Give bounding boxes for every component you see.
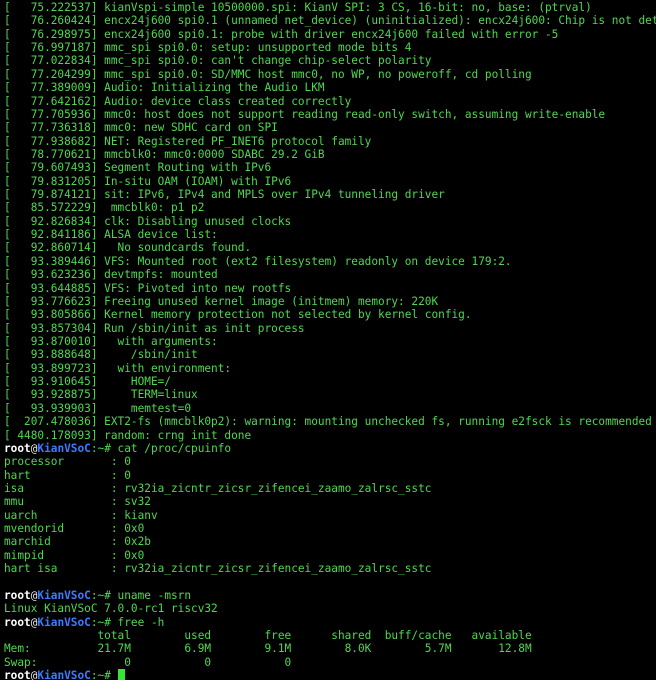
- output-line: hart isa : rv32ia_zicntr_zicsr_zifencei_…: [4, 562, 432, 576]
- output-line: [ 77.705936] mmc0: host does not support…: [4, 107, 606, 121]
- output-line: [ 93.805866] Kernel memory protection no…: [4, 308, 472, 322]
- prompt-user: root: [4, 588, 31, 602]
- output-line: [ 93.623236] devtmpfs: mounted: [4, 268, 218, 282]
- output-line: [ 93.857304] Run /sbin/init as init proc…: [4, 321, 305, 335]
- output-line: mmu : sv32: [4, 495, 151, 509]
- prompt-line: root@KianVSoC:~# uname -msrn: [4, 589, 656, 602]
- output-line: [ 4480.178093] random: crng init done: [4, 428, 252, 442]
- output-line: isa : rv32ia_zicntr_zicsr_zifencei_zaamo…: [4, 481, 432, 495]
- output-line: hart : 0: [4, 468, 131, 482]
- prompt-command: :~# uname -msrn: [90, 588, 192, 602]
- output-line: [ 76.260424] encx24j600 spi0.1 (unnamed …: [4, 14, 656, 28]
- output-line: [ 92.826834] clk: Disabling unused clock…: [4, 214, 292, 228]
- output-line: uarch : kianv: [4, 508, 158, 522]
- output-line: [ 77.389009] Audio: Initializing the Aud…: [4, 81, 325, 95]
- prompt-command: :~# free -h: [90, 615, 165, 629]
- output-line: [ 93.888648] /sbin/init: [4, 348, 198, 362]
- output-line: [ 207.478036] EXT2-fs (mmcblk0p2): warni…: [4, 415, 652, 429]
- output-line: marchid : 0x2b: [4, 535, 151, 549]
- prompt-user: root: [4, 668, 31, 680]
- output-line: [ 93.899723] with environment:: [4, 361, 232, 375]
- output-line: [ 77.204299] mmc_spi spi0.0: SD/MMC host…: [4, 67, 532, 81]
- prompt-host: KianVSoC: [37, 441, 91, 455]
- prompt-line: root@KianVSoC:~# cat /proc/cpuinfo: [4, 442, 656, 455]
- output-line: [ 77.022834] mmc_spi spi0.0: can't chang…: [4, 54, 432, 68]
- output-line: [ 93.644885] VFS: Pivoted into new rootf…: [4, 281, 292, 295]
- output-line: [ 92.841186] ALSA device list:: [4, 228, 218, 242]
- prompt-line: root@KianVSoC:~#: [4, 668, 656, 680]
- terminal-cursor[interactable]: [117, 668, 125, 680]
- output-line: mimpid : 0x0: [4, 548, 145, 562]
- prompt-user: root: [4, 441, 31, 455]
- output-line: [ 77.642162] Audio: device class created…: [4, 94, 352, 108]
- output-line: [ 78.770621] mmcblk0: mmc0:0000 SDABC 29…: [4, 147, 325, 161]
- prompt-line: root@KianVSoC:~# free -h: [4, 616, 656, 629]
- output-line: [ 93.776623] Freeing unused kernel image…: [4, 294, 439, 308]
- prompt-command: :~# cat /proc/cpuinfo: [90, 441, 232, 455]
- output-line: [ 79.607493] Segment Routing with IPv6: [4, 161, 272, 175]
- terminal-window[interactable]: [ 75.222537] kianVspi-simple 10500000.sp…: [0, 0, 656, 680]
- output-line: [ 77.736318] mmc0: new SDHC card on SPI: [4, 121, 278, 135]
- output-line: [ 93.928875] TERM=linux: [4, 388, 198, 402]
- output-line: Mem: 21.7M 6.9M 9.1M 8.0K 5.7M 12.8M: [4, 642, 532, 656]
- prompt-host: KianVSoC: [37, 588, 91, 602]
- output-line: Linux KianVSoC 7.0.0-rc1 riscv32: [4, 602, 218, 616]
- output-line: Swap: 0 0 0: [4, 655, 292, 669]
- output-line: total used free shared buff/cache availa…: [4, 628, 532, 642]
- output-line: [ 92.860714] No soundcards found.: [4, 241, 252, 255]
- prompt-user: root: [4, 615, 31, 629]
- output-line: [ 76.298975] encx24j600 spi0.1: probe wi…: [4, 27, 559, 41]
- output-line: processor : 0: [4, 455, 131, 469]
- output-line: [ 93.939903] memtest=0: [4, 401, 192, 415]
- output-line: [ 93.389446] VFS: Mounted root (ext2 fil…: [4, 254, 512, 268]
- output-line: [ 75.222537] kianVspi-simple 10500000.sp…: [4, 1, 592, 14]
- prompt-host: KianVSoC: [37, 615, 91, 629]
- output-line: [ 93.910645] HOME=/: [4, 375, 171, 389]
- prompt-host: KianVSoC: [37, 668, 91, 680]
- output-line: [ 76.997187] mmc_spi spi0.0: setup: unsu…: [4, 41, 412, 55]
- output-line: [ 79.831205] In-situ OAM (IOAM) with IPv…: [4, 174, 292, 188]
- output-line: mvendorid : 0x0: [4, 522, 145, 536]
- prompt-command: :~#: [90, 668, 118, 680]
- output-line: [ 79.874121] sit: IPv6, IPv4 and MPLS ov…: [4, 188, 445, 202]
- output-line: [ 93.870010] with arguments:: [4, 334, 218, 348]
- output-line: [ 85.572229] mmcblk0: p1 p2: [4, 201, 205, 215]
- output-line: [ 77.938682] NET: Registered PF_INET6 pr…: [4, 134, 372, 148]
